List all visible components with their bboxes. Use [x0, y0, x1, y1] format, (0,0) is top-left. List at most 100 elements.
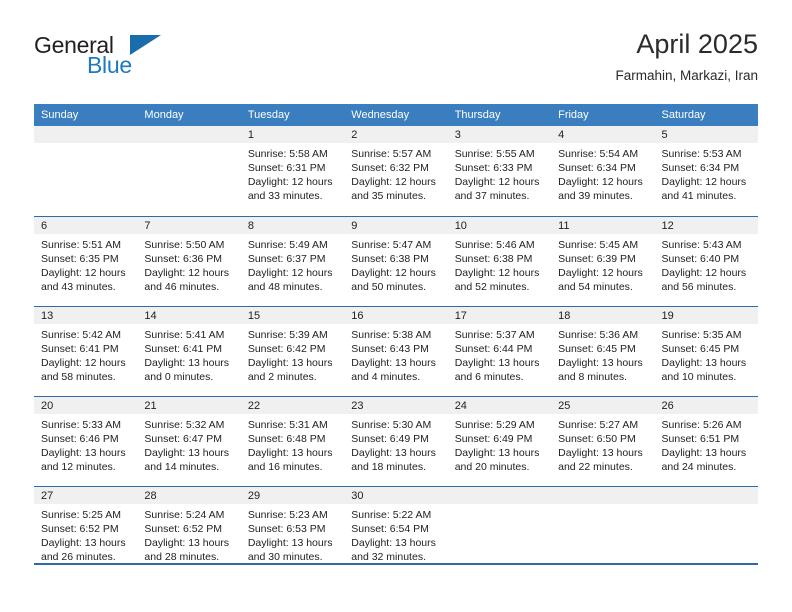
daylight-duration-line1: Daylight: 13 hours — [247, 356, 333, 369]
day-details: Sunrise: 5:57 AM Sunset: 6:32 PM Daylight:… — [344, 143, 447, 203]
daylight-duration-line2: and 50 minutes. — [351, 280, 426, 293]
calendar-day-cell[interactable]: 5 Sunrise: 5:53 AM Sunset: 6:34 PM Daylight… — [654, 126, 758, 216]
daylight-duration-line1: Daylight: 13 hours — [41, 446, 126, 459]
day-number — [137, 126, 241, 143]
calendar-day-cell[interactable]: 3 Sunrise: 5:55 AM Sunset: 6:33 PM Daylight… — [447, 126, 552, 216]
day-number — [654, 486, 758, 504]
day-number: 11 — [551, 216, 655, 234]
calendar-day-cell[interactable]: 24 Sunrise: 5:29 AM Sunset: 6:49 PM Dayligh… — [447, 395, 552, 486]
sunset-time: Sunset: 6:32 PM — [351, 162, 429, 174]
calendar-day-cell[interactable]: 11 Sunrise: 5:45 AM Sunset: 6:39 PM Dayligh… — [551, 215, 655, 306]
daylight-duration-line2: and 39 minutes. — [558, 190, 633, 202]
day-cell-content — [137, 126, 241, 215]
calendar-day-cell[interactable]: 13 Sunrise: 5:42 AM Sunset: 6:41 PM Dayligh… — [34, 305, 138, 396]
weekday-header-sunday: Sunday — [34, 104, 138, 126]
day-cell-content: 3 Sunrise: 5:55 AM Sunset: 6:33 PM Daylight… — [447, 126, 552, 215]
day-number: 2 — [344, 126, 448, 143]
calendar-day-cell[interactable]: 14 Sunrise: 5:41 AM Sunset: 6:41 PM Dayligh… — [137, 305, 241, 396]
sunset-time: Sunset: 6:35 PM — [41, 252, 119, 265]
day-cell-content: 21 Sunrise: 5:32 AM Sunset: 6:47 PM Dayligh… — [137, 396, 241, 486]
day-cell-content: 16 Sunrise: 5:38 AM Sunset: 6:43 PM Dayligh… — [344, 306, 448, 396]
calendar-day-cell[interactable]: 9 Sunrise: 5:47 AM Sunset: 6:38 PM Daylight… — [344, 215, 448, 306]
day-number: 28 — [137, 486, 241, 504]
day-cell-content: 9 Sunrise: 5:47 AM Sunset: 6:38 PM Daylight… — [344, 216, 448, 306]
daylight-duration-line2: and 37 minutes. — [454, 190, 530, 202]
sunset-time: Sunset: 6:45 PM — [661, 342, 740, 355]
day-number: 17 — [447, 306, 552, 324]
calendar-day-cell[interactable]: 19 Sunrise: 5:35 AM Sunset: 6:45 PM Dayligh… — [654, 305, 758, 396]
day-details: Sunrise: 5:23 AM Sunset: 6:53 PM Daylight:… — [241, 504, 344, 564]
calendar-day-cell[interactable]: 12 Sunrise: 5:43 AM Sunset: 6:40 PM Dayligh… — [654, 215, 758, 306]
calendar-day-cell[interactable]: 26 Sunrise: 5:26 AM Sunset: 6:51 PM Dayligh… — [654, 395, 758, 486]
calendar-day-cell[interactable]: 2 Sunrise: 5:57 AM Sunset: 6:32 PM Daylight… — [344, 126, 448, 216]
sunset-time: Sunset: 6:52 PM — [41, 522, 119, 535]
calendar-day-cell[interactable]: 20 Sunrise: 5:33 AM Sunset: 6:46 PM Dayligh… — [34, 395, 138, 486]
day-cell-content: 24 Sunrise: 5:29 AM Sunset: 6:49 PM Dayligh… — [447, 396, 552, 486]
calendar-day-cell-empty — [137, 126, 241, 216]
calendar-day-cell[interactable]: 23 Sunrise: 5:30 AM Sunset: 6:49 PM Dayligh… — [344, 395, 448, 486]
calendar-day-cell[interactable]: 25 Sunrise: 5:27 AM Sunset: 6:50 PM Dayligh… — [551, 395, 655, 486]
calendar-day-cell[interactable]: 10 Sunrise: 5:46 AM Sunset: 6:38 PM Dayligh… — [447, 215, 552, 306]
calendar-day-cell[interactable]: 21 Sunrise: 5:32 AM Sunset: 6:47 PM Dayligh… — [137, 395, 241, 486]
page-subtitle-location: Farmahin, Markazi, Iran — [615, 68, 758, 83]
day-number: 5 — [654, 126, 758, 143]
day-cell-content: 14 Sunrise: 5:41 AM Sunset: 6:41 PM Dayligh… — [137, 306, 241, 396]
day-number: 8 — [240, 216, 345, 234]
sunrise-time: Sunrise: 5:37 AM — [454, 328, 535, 341]
daylight-duration-line1: Daylight: 13 hours — [351, 536, 436, 549]
sunset-time: Sunset: 6:38 PM — [351, 252, 429, 265]
sunrise-time: Sunrise: 5:26 AM — [661, 418, 742, 431]
sunset-time: Sunset: 6:38 PM — [454, 252, 533, 265]
calendar-day-cell[interactable]: 4 Sunrise: 5:54 AM Sunset: 6:34 PM Daylight… — [551, 126, 655, 216]
calendar-day-cell[interactable]: 17 Sunrise: 5:37 AM Sunset: 6:44 PM Dayligh… — [447, 305, 552, 396]
page-title: April 2025 — [636, 29, 758, 59]
daylight-duration-line1: Daylight: 12 hours — [41, 266, 126, 279]
sunrise-sunset-calendar-table: Sunday Monday Tuesday Wednesday Thursday… — [34, 104, 758, 576]
daylight-duration-line2: and 6 minutes. — [454, 370, 524, 383]
calendar-day-cell[interactable]: 18 Sunrise: 5:36 AM Sunset: 6:45 PM Dayligh… — [551, 305, 655, 396]
day-details: Sunrise: 5:26 AM Sunset: 6:51 PM Daylight:… — [655, 414, 758, 474]
calendar-day-cell[interactable]: 8 Sunrise: 5:49 AM Sunset: 6:37 PM Daylight… — [240, 215, 345, 306]
day-cell-content: 15 Sunrise: 5:39 AM Sunset: 6:42 PM Dayligh… — [240, 306, 345, 396]
weekday-header-wednesday: Wednesday — [344, 104, 448, 126]
sunrise-time: Sunrise: 5:29 AM — [454, 418, 535, 431]
sunrise-time: Sunrise: 5:46 AM — [454, 238, 535, 251]
sunrise-time: Sunrise: 5:35 AM — [661, 328, 742, 341]
table-bottom-rule — [34, 563, 758, 565]
sunrise-time: Sunrise: 5:58 AM — [247, 148, 328, 160]
day-number: 16 — [344, 306, 448, 324]
day-number: 25 — [551, 396, 655, 414]
day-cell-content: 5 Sunrise: 5:53 AM Sunset: 6:34 PM Daylight… — [654, 126, 758, 215]
sunset-time: Sunset: 6:41 PM — [144, 342, 223, 355]
day-cell-content: 10 Sunrise: 5:46 AM Sunset: 6:38 PM Dayligh… — [447, 216, 552, 306]
day-cell-content: 12 Sunrise: 5:43 AM Sunset: 6:40 PM Dayligh… — [654, 216, 758, 306]
calendar-day-cell[interactable]: 22 Sunrise: 5:31 AM Sunset: 6:48 PM Dayligh… — [240, 395, 345, 486]
day-number: 29 — [240, 486, 345, 504]
day-number: 22 — [240, 396, 345, 414]
daylight-duration-line1: Daylight: 13 hours — [144, 356, 230, 369]
calendar-day-cell[interactable]: 16 Sunrise: 5:38 AM Sunset: 6:43 PM Dayligh… — [344, 305, 448, 396]
calendar-week-row: 20 Sunrise: 5:33 AM Sunset: 6:46 PM Dayligh… — [34, 395, 758, 486]
daylight-duration-line1: Daylight: 13 hours — [558, 356, 643, 369]
day-details: Sunrise: 5:53 AM Sunset: 6:34 PM Daylight:… — [655, 143, 758, 203]
daylight-duration-line1: Daylight: 12 hours — [661, 176, 747, 188]
day-details: Sunrise: 5:50 AM Sunset: 6:36 PM Daylight:… — [137, 234, 240, 294]
day-cell-content: 7 Sunrise: 5:50 AM Sunset: 6:36 PM Daylight… — [137, 216, 241, 306]
daylight-duration-line2: and 46 minutes. — [144, 280, 220, 293]
daylight-duration-line1: Daylight: 12 hours — [661, 266, 747, 279]
day-cell-content: 22 Sunrise: 5:31 AM Sunset: 6:48 PM Dayligh… — [240, 396, 345, 486]
day-cell-content: 17 Sunrise: 5:37 AM Sunset: 6:44 PM Dayligh… — [447, 306, 552, 396]
calendar-day-cell[interactable]: 1 Sunrise: 5:58 AM Sunset: 6:31 PM Daylight… — [240, 126, 345, 216]
sunrise-time: Sunrise: 5:49 AM — [247, 238, 328, 251]
sunrise-time: Sunrise: 5:54 AM — [558, 148, 639, 160]
calendar-day-cell[interactable]: 7 Sunrise: 5:50 AM Sunset: 6:36 PM Daylight… — [137, 215, 241, 306]
calendar-week-row: 13 Sunrise: 5:42 AM Sunset: 6:41 PM Dayligh… — [34, 305, 758, 396]
day-details: Sunrise: 5:27 AM Sunset: 6:50 PM Daylight:… — [551, 414, 654, 474]
calendar-day-cell[interactable]: 15 Sunrise: 5:39 AM Sunset: 6:42 PM Dayligh… — [240, 305, 345, 396]
sunrise-time: Sunrise: 5:25 AM — [41, 508, 121, 521]
calendar-day-cell[interactable]: 6 Sunrise: 5:51 AM Sunset: 6:35 PM Daylight… — [34, 215, 138, 306]
general-blue-logo: General Blue — [34, 32, 234, 88]
day-number: 4 — [551, 126, 655, 143]
day-number: 7 — [137, 216, 241, 234]
daylight-duration-line2: and 22 minutes. — [558, 460, 633, 473]
